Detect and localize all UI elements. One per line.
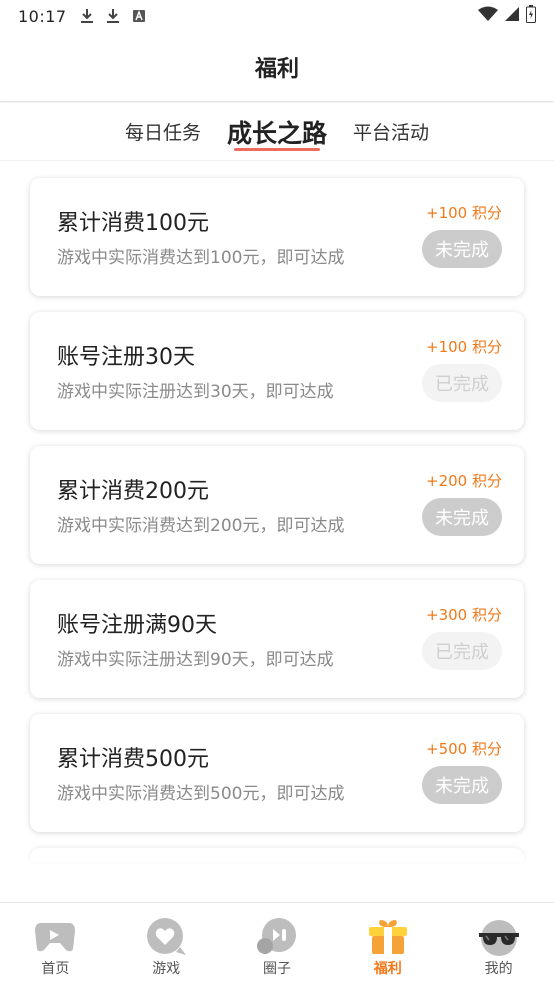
battery-icon xyxy=(526,5,536,27)
tab-bar: 每日任务 成长之路 平台活动 xyxy=(0,103,554,161)
tab-label: 成长之路 xyxy=(226,118,327,148)
task-title: 累计消费100元 xyxy=(57,211,209,236)
status-bar: 10:17 xyxy=(0,0,554,32)
community-chat-icon xyxy=(255,917,299,957)
task-title: 累计消费500元 xyxy=(57,747,209,772)
task-status-button[interactable]: 未完成 xyxy=(422,230,502,268)
task-description: 游戏中实际注册达到30天，即可达成 xyxy=(57,382,334,402)
task-card: 累计消费200元 游戏中实际消费达到200元，即可达成 +200 积分 未完成 xyxy=(30,446,524,564)
signal-icon xyxy=(504,6,520,26)
task-description: 游戏中实际注册达到90天，即可达成 xyxy=(57,650,334,670)
nav-item-games[interactable]: 游戏 xyxy=(111,903,222,984)
task-card-partial xyxy=(30,848,524,862)
tab-daily-tasks[interactable]: 每日任务 xyxy=(112,103,214,161)
task-status-button[interactable]: 未完成 xyxy=(422,498,502,536)
task-title: 账号注册30天 xyxy=(57,345,195,370)
nav-label: 福利 xyxy=(373,961,402,977)
heart-chat-icon xyxy=(144,917,188,957)
task-title: 账号注册满90天 xyxy=(57,613,217,638)
bottom-nav: 首页 游戏 圈子 福利 我的 xyxy=(0,902,554,984)
gift-icon xyxy=(366,917,410,957)
nav-item-welfare[interactable]: 福利 xyxy=(332,903,443,984)
title-bar: 福利 xyxy=(0,32,554,102)
tab-label: 每日任务 xyxy=(124,122,201,144)
task-description: 游戏中实际消费达到200元，即可达成 xyxy=(57,516,345,536)
a-badge-icon xyxy=(131,8,147,24)
download-icon xyxy=(79,8,95,24)
nav-label: 首页 xyxy=(41,961,70,977)
page-title: 福利 xyxy=(254,56,299,82)
nav-label: 圈子 xyxy=(262,961,291,977)
task-status-button[interactable]: 未完成 xyxy=(422,766,502,804)
task-title: 累计消费200元 xyxy=(57,479,209,504)
task-description: 游戏中实际消费达到500元，即可达成 xyxy=(57,784,345,804)
task-card: 累计消费500元 游戏中实际消费达到500元，即可达成 +500 积分 未完成 xyxy=(30,714,524,832)
sunglasses-face-icon xyxy=(477,917,521,957)
nav-item-me[interactable]: 我的 xyxy=(443,903,554,984)
task-list: 累计消费100元 游戏中实际消费达到100元，即可达成 +100 积分 未完成 … xyxy=(30,178,524,862)
task-status-button[interactable]: 已完成 xyxy=(422,364,502,402)
task-points: +300 积分 xyxy=(426,606,502,624)
task-status-button[interactable]: 已完成 xyxy=(422,632,502,670)
task-card: 账号注册30天 游戏中实际注册达到30天，即可达成 +100 积分 已完成 xyxy=(30,312,524,430)
nav-item-home[interactable]: 首页 xyxy=(0,903,111,984)
system-icons xyxy=(478,5,536,27)
gamepad-icon xyxy=(33,917,77,957)
download-icon xyxy=(105,8,121,24)
wifi-icon xyxy=(478,6,498,26)
notification-icons xyxy=(79,8,147,24)
tab-platform-events[interactable]: 平台活动 xyxy=(340,103,442,161)
tab-label: 平台活动 xyxy=(353,122,430,144)
task-points: +200 积分 xyxy=(426,472,502,490)
task-points: +500 积分 xyxy=(426,740,502,758)
task-points: +100 积分 xyxy=(426,338,502,356)
task-card: 账号注册满90天 游戏中实际注册达到90天，即可达成 +300 积分 已完成 xyxy=(30,580,524,698)
nav-label: 我的 xyxy=(484,961,513,977)
nav-item-community[interactable]: 圈子 xyxy=(222,903,333,984)
nav-label: 游戏 xyxy=(152,961,181,977)
status-time: 10:17 xyxy=(18,6,67,26)
task-description: 游戏中实际消费达到100元，即可达成 xyxy=(57,248,345,268)
tab-growth-path[interactable]: 成长之路 xyxy=(214,103,340,161)
task-card: 累计消费100元 游戏中实际消费达到100元，即可达成 +100 积分 未完成 xyxy=(30,178,524,296)
task-points: +100 积分 xyxy=(426,204,502,222)
